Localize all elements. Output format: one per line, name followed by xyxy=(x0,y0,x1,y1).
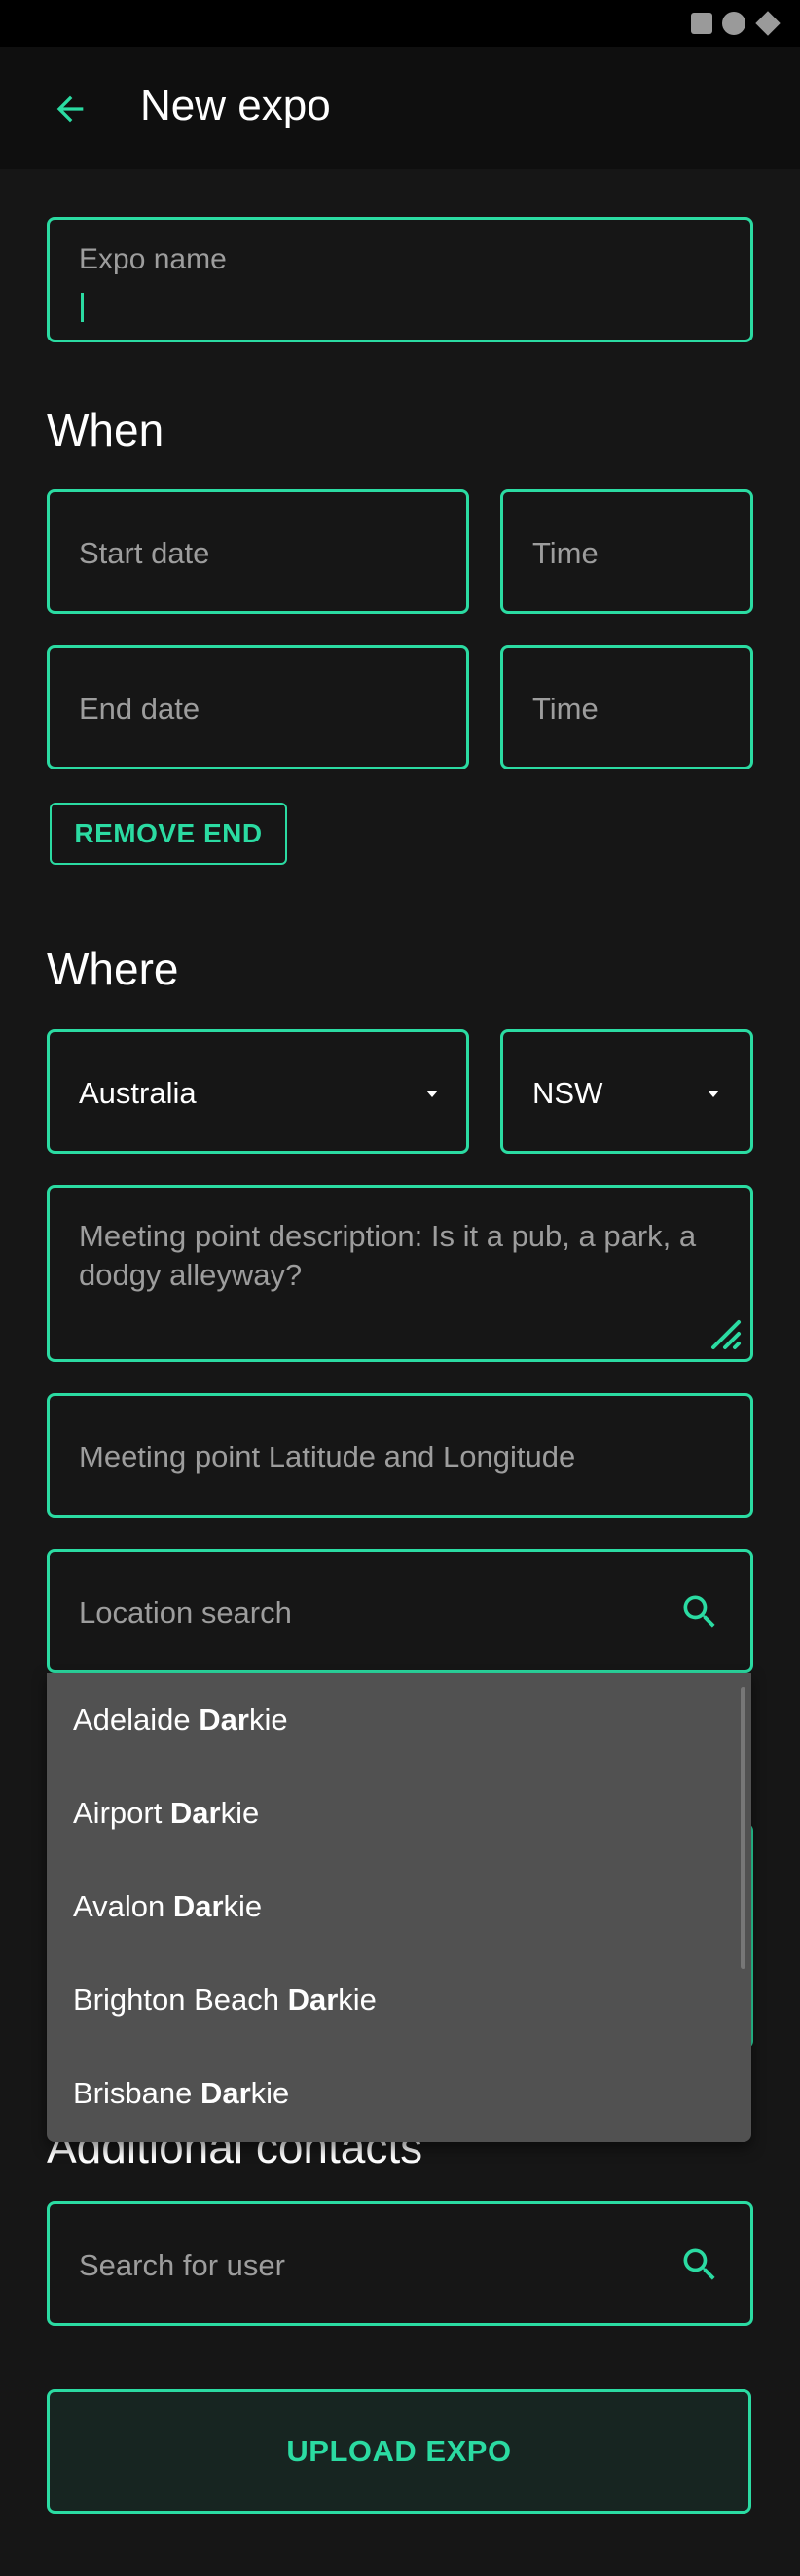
suggestion-item[interactable]: Avalon Darkie xyxy=(73,1889,262,1924)
suggestion-item[interactable]: Adelaide Darkie xyxy=(73,1702,288,1737)
search-icon[interactable] xyxy=(678,2243,721,2286)
state-select[interactable]: NSW xyxy=(500,1029,753,1154)
suggestion-match: Dar xyxy=(199,1702,249,1736)
location-search-field[interactable]: Location search xyxy=(47,1549,753,1673)
suggestion-suffix: kie xyxy=(220,1796,260,1830)
suggestion-prefix: Airport xyxy=(73,1796,170,1830)
upload-expo-button[interactable]: UPLOAD EXPO xyxy=(47,2389,751,2514)
where-heading: Where xyxy=(47,944,179,994)
app-bar: New expo xyxy=(0,47,800,169)
start-time-field[interactable]: Time xyxy=(500,489,753,614)
suggestion-match: Dar xyxy=(287,1983,339,2017)
suggestion-item[interactable]: Airport Darkie xyxy=(73,1796,259,1831)
lat-long-placeholder: Meeting point Latitude and Longitude xyxy=(79,1440,576,1474)
user-search-placeholder: Search for user xyxy=(79,2248,285,2282)
suggestion-match: Dar xyxy=(172,1889,224,1923)
suggestion-item[interactable]: Brisbane Darkie xyxy=(73,2076,289,2111)
expo-name-field[interactable]: Expo name xyxy=(47,217,753,342)
country-value: Australia xyxy=(79,1076,197,1110)
dropdown-arrow-icon xyxy=(426,1091,438,1097)
lat-long-field[interactable]: Meeting point Latitude and Longitude xyxy=(47,1393,753,1518)
when-heading: When xyxy=(47,405,164,455)
back-button[interactable] xyxy=(39,78,101,140)
suggestion-suffix: kie xyxy=(248,1702,288,1736)
diamond-icon xyxy=(755,11,781,36)
square-icon xyxy=(691,13,712,34)
dropdown-scrollbar[interactable] xyxy=(741,1687,745,1969)
suggestion-prefix: Adelaide xyxy=(73,1702,200,1736)
suggestion-item[interactable]: Brighton Beach Darkie xyxy=(73,1983,377,2018)
meeting-description-placeholder: Meeting point description: Is it a pub, … xyxy=(79,1219,697,1292)
arrow-left-icon xyxy=(56,95,84,123)
suggestion-suffix: kie xyxy=(223,1889,263,1923)
text-cursor xyxy=(81,293,84,322)
start-date-placeholder: Start date xyxy=(79,536,210,570)
resize-handle-icon xyxy=(711,1320,741,1349)
suggestion-prefix: Brighton Beach xyxy=(73,1983,288,2017)
suggestion-match: Dar xyxy=(169,1796,221,1830)
search-icon[interactable] xyxy=(678,1591,721,1633)
page-title: New expo xyxy=(140,82,331,129)
suggestion-match: Dar xyxy=(200,2076,251,2110)
end-date-placeholder: End date xyxy=(79,692,200,726)
start-date-field[interactable]: Start date xyxy=(47,489,469,614)
dropdown-arrow-icon xyxy=(708,1091,719,1097)
remove-end-button[interactable]: REMOVE END xyxy=(50,803,287,865)
suggestion-prefix: Avalon xyxy=(73,1889,173,1923)
suggestion-suffix: kie xyxy=(250,2076,290,2110)
location-suggestions-dropdown[interactable]: Adelaide Darkie Airport Darkie Avalon Da… xyxy=(47,1673,751,2142)
location-search-placeholder: Location search xyxy=(79,1595,292,1629)
expo-name-label: Expo name xyxy=(79,243,227,275)
suggestion-suffix: kie xyxy=(338,1983,377,2017)
country-select[interactable]: Australia xyxy=(47,1029,469,1154)
circle-icon xyxy=(722,12,745,35)
state-value: NSW xyxy=(532,1076,603,1110)
end-time-placeholder: Time xyxy=(532,692,599,726)
start-time-placeholder: Time xyxy=(532,536,599,570)
user-search-field[interactable]: Search for user xyxy=(47,2201,753,2326)
meeting-description-field[interactable]: Meeting point description: Is it a pub, … xyxy=(47,1185,753,1362)
status-bar xyxy=(0,0,800,47)
end-time-field[interactable]: Time xyxy=(500,645,753,769)
end-date-field[interactable]: End date xyxy=(47,645,469,769)
suggestion-prefix: Brisbane xyxy=(73,2076,200,2110)
